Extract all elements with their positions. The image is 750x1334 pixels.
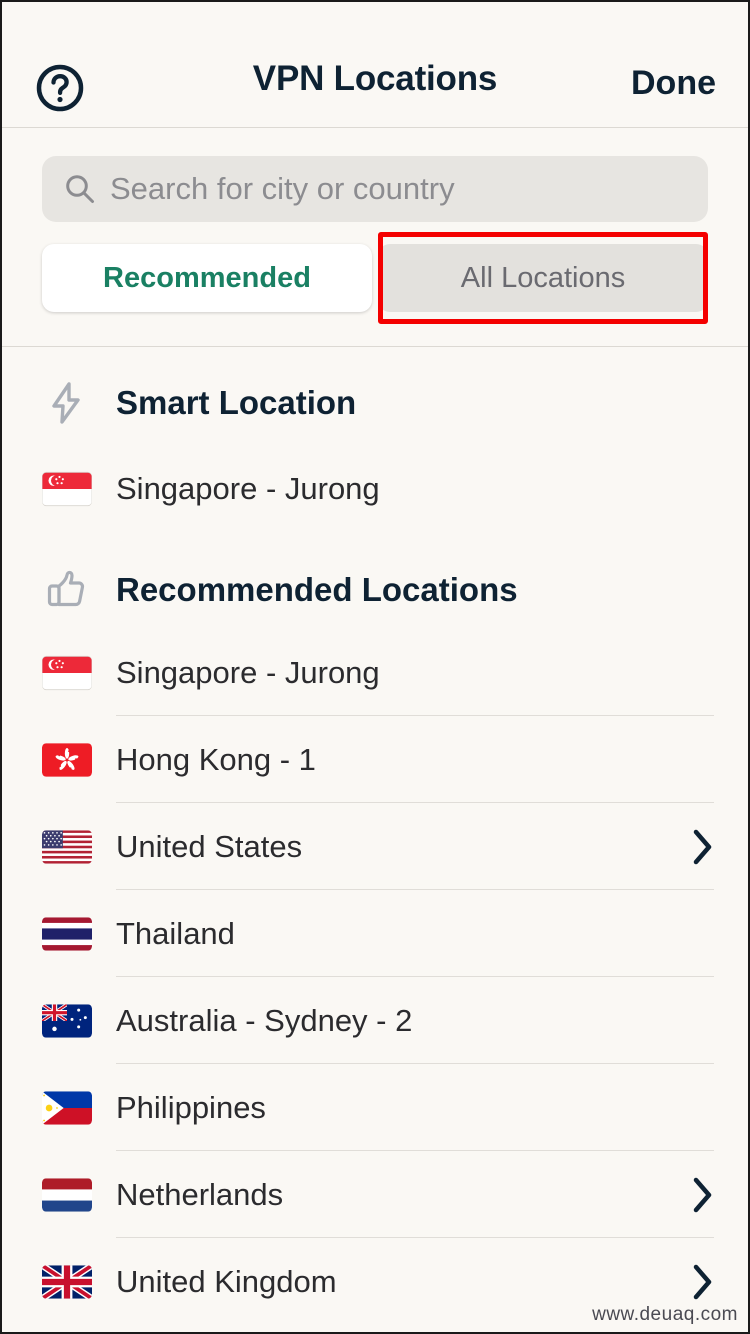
list-item-label: Netherlands [116,1177,692,1213]
app-screen: VPN Locations Done Recommended All Locat… [0,0,750,1334]
list-item[interactable]: Thailand [2,890,748,977]
search-input[interactable] [110,171,686,207]
search-and-tabs: Recommended All Locations [2,128,748,347]
list-item-label: Thailand [116,916,714,952]
site-watermark: www.deuaq.com [592,1304,738,1326]
list-item[interactable]: Australia - Sydney - 2 [2,977,748,1064]
philippines-flag [42,1090,92,1126]
united-kingdom-flag [42,1264,92,1300]
netherlands-flag [42,1177,92,1213]
section-header-smart-location: Smart Location [2,347,748,443]
section-header-recommended-locations: Recommended Locations [2,535,748,629]
list-item-label: United Kingdom [116,1264,692,1300]
section-title: Smart Location [116,384,356,422]
list-item-label: United States [116,829,692,865]
chevron-right-icon[interactable] [692,828,714,866]
segmented-control: Recommended All Locations [42,244,708,312]
thumbs-up-icon [42,569,90,611]
list-item[interactable]: Hong Kong - 1 [2,716,748,803]
search-icon [64,173,96,205]
hong-kong-flag [42,742,92,778]
list-item[interactable]: Singapore - Jurong [2,629,748,716]
tab-all-locations[interactable]: All Locations [378,244,708,312]
list-item[interactable]: Philippines [2,1064,748,1151]
singapore-flag [42,655,92,691]
list-item-label: Australia - Sydney - 2 [116,1003,714,1039]
tab-recommended[interactable]: Recommended [42,244,372,312]
chevron-right-icon[interactable] [692,1176,714,1214]
list-item[interactable]: Singapore - Jurong [2,443,748,535]
singapore-flag [42,471,92,507]
help-circle-icon[interactable] [32,60,88,116]
section-title: Recommended Locations [116,571,518,609]
done-button[interactable]: Done [631,64,716,103]
lightning-bolt-icon [42,381,90,425]
united-states-flag [42,829,92,865]
locations-list: Smart Location Singapore - Jurong [2,347,748,1325]
chevron-right-icon[interactable] [692,1263,714,1301]
thailand-flag [42,916,92,952]
navigation-bar: VPN Locations Done [2,2,748,128]
list-item-label: Singapore - Jurong [116,655,714,691]
australia-flag [42,1003,92,1039]
list-item-label: Hong Kong - 1 [116,742,714,778]
list-item[interactable]: United States [2,803,748,890]
list-item-label: Philippines [116,1090,714,1126]
list-item[interactable]: Netherlands [2,1151,748,1238]
list-item-label: Singapore - Jurong [116,471,714,507]
search-box[interactable] [42,156,708,222]
